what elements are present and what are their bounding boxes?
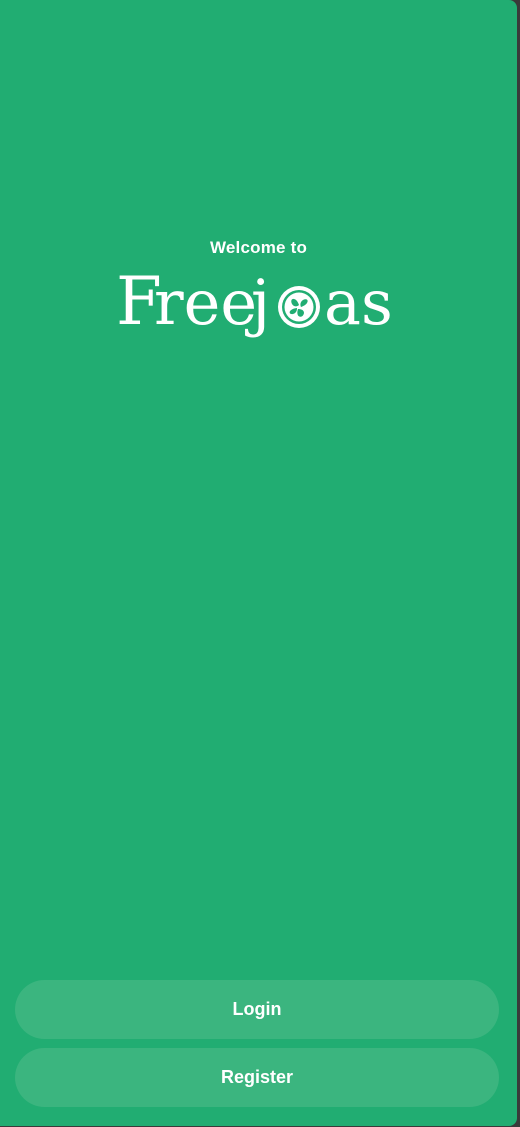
fruit-slice-icon	[278, 286, 320, 328]
freejoas-wordmark: F ree j as	[116, 263, 393, 340]
welcome-screen: Welcome to F ree j as Login Register	[0, 0, 517, 1126]
login-button[interactable]: Login	[15, 980, 499, 1039]
app-logo: F ree j as	[114, 262, 404, 344]
register-button[interactable]: Register	[15, 1048, 499, 1107]
svg-text:ree: ree	[154, 266, 257, 339]
welcome-heading: Welcome to	[209, 238, 308, 257]
svg-text:as: as	[324, 266, 393, 339]
